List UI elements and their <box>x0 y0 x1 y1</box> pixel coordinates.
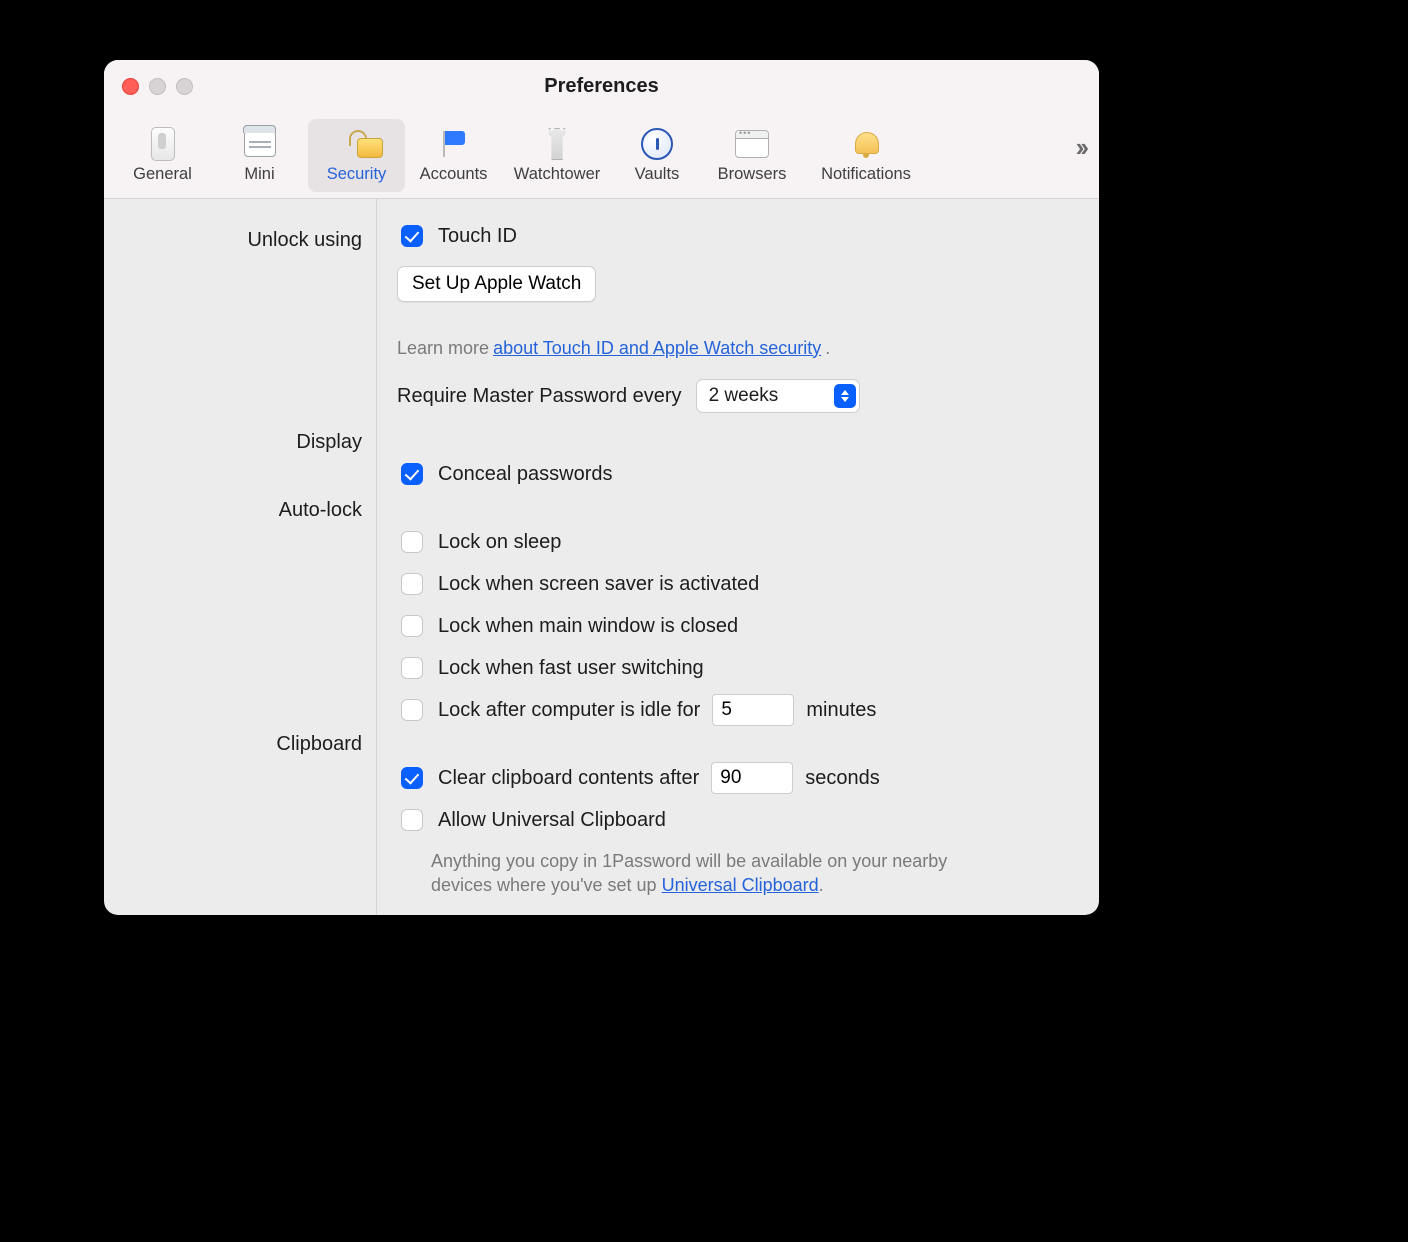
lock-idle-label: Lock after computer is idle for <box>438 699 700 722</box>
universal-clipboard-label: Allow Universal Clipboard <box>438 809 666 832</box>
section-label-autolock: Auto-lock <box>104 489 376 531</box>
settings-pane: Touch ID Set Up Apple Watch Learn more a… <box>377 199 1099 915</box>
learn-more-suffix: . <box>825 338 830 359</box>
require-master-password-label: Require Master Password every <box>397 385 682 408</box>
universal-clipboard-checkbox[interactable] <box>401 809 423 831</box>
lock-idle-unit: minutes <box>806 699 876 722</box>
lock-fast-switch-label: Lock when fast user switching <box>438 657 704 680</box>
require-master-password-select[interactable]: 2 weeks <box>696 379 860 413</box>
zoom-window-button <box>176 78 193 95</box>
lock-on-sleep-label: Lock on sleep <box>438 531 561 554</box>
learn-more-text: Learn more <box>397 338 489 359</box>
conceal-passwords-checkbox[interactable] <box>401 463 423 485</box>
lock-fast-switch-checkbox[interactable] <box>401 657 423 679</box>
switch-icon <box>151 127 175 161</box>
section-label-clipboard: Clipboard <box>104 723 376 765</box>
tab-vaults[interactable]: Vaults <box>612 119 702 192</box>
minimize-window-button <box>149 78 166 95</box>
close-window-button[interactable] <box>122 78 139 95</box>
flag-icon <box>439 129 469 159</box>
preferences-window: Preferences General Mini Security Accoun… <box>104 60 1099 915</box>
bell-icon <box>853 130 879 158</box>
tab-notifications[interactable]: Notifications <box>802 119 930 192</box>
universal-clipboard-description: Anything you copy in 1Password will be a… <box>431 849 991 898</box>
tab-browsers[interactable]: Browsers <box>702 119 802 192</box>
clear-clipboard-seconds-input[interactable] <box>711 762 793 794</box>
lock-main-window-checkbox[interactable] <box>401 615 423 637</box>
tab-accounts[interactable]: Accounts <box>405 119 502 192</box>
toolbar-tabs: General Mini Security Accounts Watchtowe… <box>114 119 930 192</box>
window-controls <box>122 78 193 95</box>
select-arrows-icon <box>834 384 856 408</box>
lock-idle-checkbox[interactable] <box>401 699 423 721</box>
toolbar: Preferences General Mini Security Accoun… <box>104 60 1099 199</box>
lock-screensaver-label: Lock when screen saver is activated <box>438 573 759 596</box>
tab-label: Accounts <box>405 165 502 184</box>
section-label-display: Display <box>104 421 376 463</box>
section-labels: Unlock using Display Auto-lock Clipboard <box>104 199 377 915</box>
lock-main-window-label: Lock when main window is closed <box>438 615 738 638</box>
learn-more-link[interactable]: about Touch ID and Apple Watch security <box>493 338 821 359</box>
tower-icon <box>543 128 571 160</box>
universal-clipboard-link[interactable]: Universal Clipboard <box>662 875 819 895</box>
tab-label: Watchtower <box>502 165 612 184</box>
tab-general[interactable]: General <box>114 119 211 192</box>
browser-icon <box>735 130 769 158</box>
touch-id-label: Touch ID <box>438 225 517 248</box>
setup-apple-watch-button[interactable]: Set Up Apple Watch <box>397 266 596 302</box>
tab-label: General <box>114 165 211 184</box>
touch-id-checkbox[interactable] <box>401 225 423 247</box>
tab-label: Browsers <box>702 165 802 184</box>
section-label-unlock: Unlock using <box>104 219 376 261</box>
clear-clipboard-checkbox[interactable] <box>401 767 423 789</box>
tab-label: Security <box>308 165 405 184</box>
tab-security[interactable]: Security <box>308 119 405 192</box>
tab-watchtower[interactable]: Watchtower <box>502 119 612 192</box>
toolbar-overflow-button[interactable]: ›› <box>1076 132 1085 163</box>
lock-on-sleep-checkbox[interactable] <box>401 531 423 553</box>
tab-mini[interactable]: Mini <box>211 119 308 192</box>
require-master-password-value: 2 weeks <box>709 385 779 407</box>
lock-icon <box>345 130 369 158</box>
lock-idle-minutes-input[interactable] <box>712 694 794 726</box>
conceal-passwords-label: Conceal passwords <box>438 463 613 486</box>
tab-label: Vaults <box>612 165 702 184</box>
lock-screensaver-checkbox[interactable] <box>401 573 423 595</box>
vault-icon <box>641 128 673 160</box>
tab-label: Mini <box>211 165 308 184</box>
card-icon <box>244 131 276 157</box>
clear-clipboard-label: Clear clipboard contents after <box>438 767 699 790</box>
tab-label: Notifications <box>802 165 930 184</box>
clear-clipboard-unit: seconds <box>805 767 880 790</box>
window-title: Preferences <box>104 60 1099 98</box>
